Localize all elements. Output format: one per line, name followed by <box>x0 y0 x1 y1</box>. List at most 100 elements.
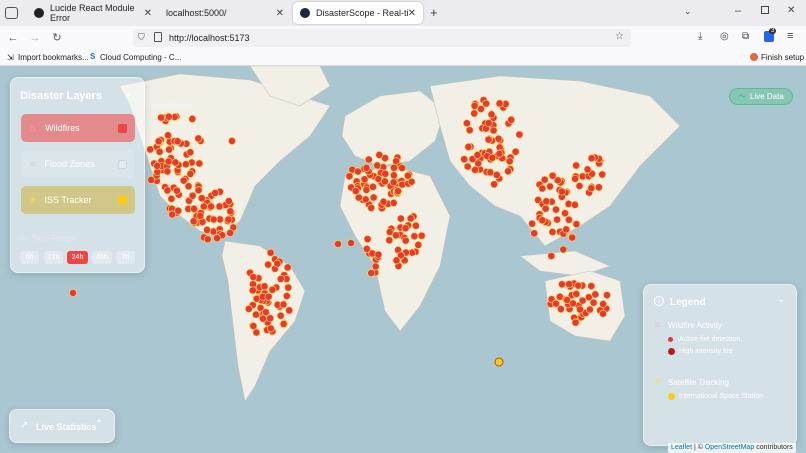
wildfire-marker[interactable] <box>224 215 233 224</box>
wildfire-marker[interactable] <box>279 319 288 328</box>
wildfire-marker[interactable] <box>587 154 596 163</box>
wildfire-marker[interactable] <box>406 214 415 223</box>
new-tab-icon[interactable]: + <box>430 5 438 20</box>
wildfire-marker[interactable] <box>572 220 581 229</box>
wildfire-marker[interactable] <box>562 225 571 234</box>
wildfire-marker[interactable] <box>154 137 163 146</box>
wildfire-marker[interactable] <box>369 182 377 191</box>
wildfire-marker[interactable] <box>482 99 491 108</box>
wildfire-marker[interactable] <box>360 175 369 184</box>
wildfire-marker[interactable] <box>276 311 285 320</box>
wildfire-marker[interactable] <box>364 155 373 164</box>
range-6h[interactable]: 6h <box>20 251 39 264</box>
wildfire-marker[interactable] <box>548 228 557 236</box>
wildfire-marker[interactable] <box>252 328 261 337</box>
wildfire-marker[interactable] <box>569 299 577 308</box>
wildfire-marker[interactable] <box>188 191 197 200</box>
wildfire-marker[interactable] <box>190 204 198 213</box>
wildfire-marker[interactable] <box>163 186 172 195</box>
wildfire-marker[interactable] <box>374 250 383 259</box>
wildfire-marker[interactable] <box>587 282 596 291</box>
wildfire-marker[interactable] <box>389 171 398 180</box>
chevron-down-icon[interactable]: ⌄ <box>124 88 132 99</box>
wildfire-marker[interactable] <box>564 215 573 224</box>
back-icon[interactable]: ← <box>6 31 20 45</box>
wildfire-marker[interactable] <box>203 235 212 244</box>
wildfire-marker[interactable] <box>381 169 390 178</box>
wildfire-marker[interactable] <box>471 165 480 174</box>
wildfire-marker[interactable] <box>463 162 472 171</box>
wildfire-marker[interactable] <box>591 290 600 299</box>
wildfire-marker[interactable] <box>362 244 371 253</box>
account-icon[interactable]: ◎ <box>720 31 729 42</box>
wildfire-marker[interactable] <box>207 202 215 211</box>
wildfire-marker[interactable] <box>552 205 560 214</box>
wildfire-marker[interactable] <box>279 300 288 309</box>
wildfire-marker[interactable] <box>583 165 592 174</box>
wildfire-marker[interactable] <box>211 189 220 197</box>
chevron-down-icon[interactable]: ⌄ <box>777 294 785 305</box>
wildfire-marker[interactable] <box>598 170 607 179</box>
wildfire-marker[interactable] <box>603 291 611 300</box>
wildfire-marker[interactable] <box>172 186 181 195</box>
wildfire-marker[interactable] <box>547 252 556 260</box>
wildfire-marker[interactable] <box>546 182 554 191</box>
wildfire-marker[interactable] <box>548 171 557 180</box>
wildfire-marker[interactable] <box>147 175 156 184</box>
reload-icon[interactable]: ↻ <box>50 31 64 45</box>
wildfire-marker[interactable] <box>599 309 607 318</box>
wildfire-marker[interactable] <box>282 292 291 300</box>
wildfire-marker[interactable] <box>411 221 420 230</box>
wildfire-marker[interactable] <box>153 161 162 170</box>
wildfire-marker[interactable] <box>157 113 166 122</box>
wildfire-marker[interactable] <box>334 240 342 248</box>
wildfire-marker[interactable] <box>164 131 172 140</box>
wildfire-marker[interactable] <box>470 101 479 110</box>
wildfire-marker[interactable] <box>557 187 566 196</box>
bookmark-cloud[interactable]: Cloud Computing - C... <box>100 53 181 62</box>
tab-list-icon[interactable] <box>5 7 18 19</box>
wildfire-marker[interactable] <box>266 324 275 333</box>
wildfire-marker[interactable] <box>284 283 293 292</box>
wildfire-marker[interactable] <box>465 126 474 135</box>
wildfire-marker[interactable] <box>179 176 188 185</box>
wildfire-marker[interactable] <box>361 195 370 204</box>
wildfire-marker[interactable] <box>553 215 562 224</box>
wildfire-marker[interactable] <box>484 119 493 128</box>
layer-wildfires[interactable]: ♨ Wildfires <box>21 114 135 142</box>
wildfire-marker[interactable] <box>474 159 483 168</box>
wildfire-marker[interactable] <box>410 232 419 241</box>
wildfire-marker[interactable] <box>460 155 469 164</box>
wildfire-marker[interactable] <box>571 174 580 183</box>
osm-link[interactable]: OpenStreetMap <box>705 444 754 451</box>
range-48h[interactable]: 48h <box>92 251 112 264</box>
wildfire-marker[interactable] <box>401 236 410 245</box>
wildfire-marker[interactable] <box>541 204 550 213</box>
wildfire-marker[interactable] <box>488 153 497 162</box>
wildfire-marker[interactable] <box>391 231 400 240</box>
wildfire-marker[interactable] <box>155 147 164 156</box>
wildfire-marker[interactable] <box>492 170 501 179</box>
wildfire-marker[interactable] <box>572 161 581 170</box>
wildfire-marker[interactable] <box>194 134 203 143</box>
wildfire-marker[interactable] <box>389 198 398 207</box>
wildfire-marker[interactable] <box>398 164 407 172</box>
wildfire-marker[interactable] <box>252 310 260 319</box>
world-map[interactable]: ring worldwide 〜 Live Data Disaster Laye… <box>0 66 806 453</box>
wildfire-marker[interactable] <box>571 318 580 327</box>
wildfire-marker[interactable] <box>495 149 504 158</box>
wildfire-marker[interactable] <box>389 163 398 172</box>
wildfire-marker[interactable] <box>244 304 253 313</box>
wildfire-marker[interactable] <box>264 292 273 301</box>
wildfire-marker[interactable] <box>542 197 551 206</box>
chevron-up-icon[interactable]: ⌃ <box>95 419 103 430</box>
wildfire-marker[interactable] <box>259 314 267 323</box>
wildfire-marker[interactable] <box>363 235 372 244</box>
wildfire-marker[interactable] <box>345 172 354 181</box>
wildfire-marker[interactable] <box>507 115 516 124</box>
bookmark-import[interactable]: Import bookmarks... <box>18 53 89 62</box>
wildfire-marker[interactable] <box>559 245 568 254</box>
wildfire-marker[interactable] <box>362 185 371 194</box>
wildfire-marker[interactable] <box>552 299 560 308</box>
wildfire-marker[interactable] <box>249 322 258 330</box>
